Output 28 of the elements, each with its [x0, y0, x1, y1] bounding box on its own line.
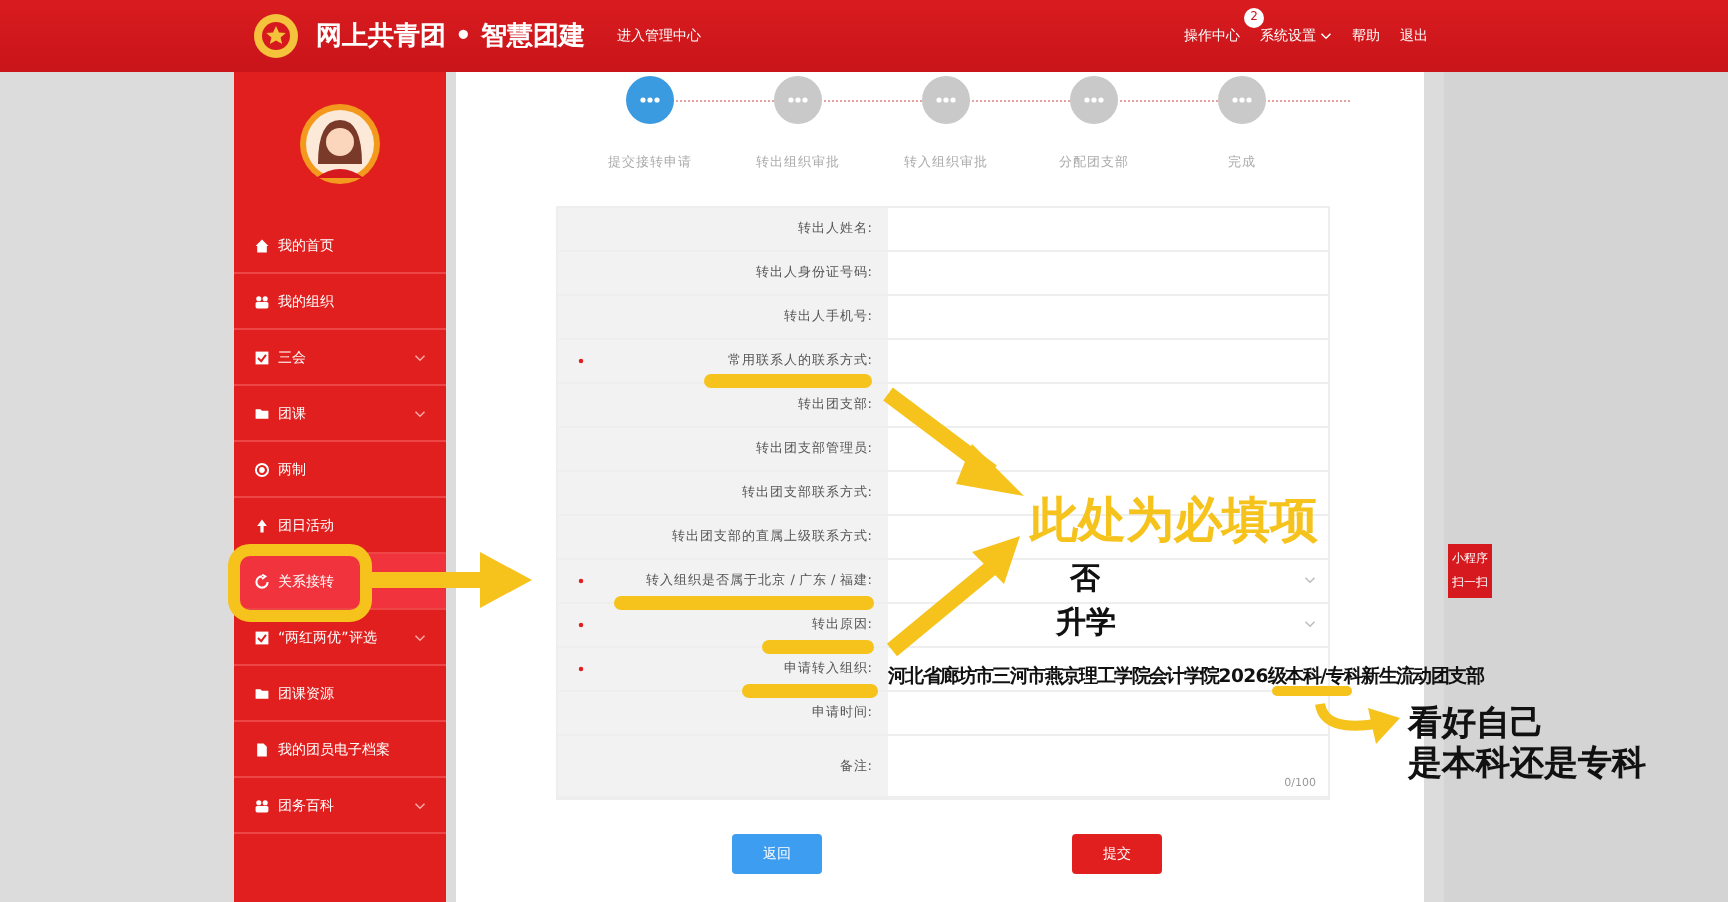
annotation-note: 是本科还是专科 — [1408, 744, 1646, 784]
annotation-answer: 升学 — [1056, 604, 1116, 642]
document-icon — [254, 741, 270, 757]
folder-icon — [254, 405, 270, 421]
highlight-mark — [742, 684, 878, 698]
annotation-organization: 河北省廊坊市三河市燕京理工学院会计学院2026级本科/专科新生流动团支部 — [888, 664, 1483, 690]
emblem-icon — [252, 12, 300, 60]
chevron-icon[interactable] — [1304, 576, 1316, 584]
annotation-note: 此处为必填项 — [1030, 490, 1318, 552]
home-icon — [254, 237, 270, 253]
arrow — [883, 387, 1024, 496]
chevron-icon[interactable] — [1304, 620, 1316, 628]
folder-icon — [254, 685, 270, 701]
check-icon — [254, 629, 270, 645]
highlight-frame — [228, 544, 372, 622]
highlight-mark — [762, 640, 874, 654]
check-icon — [254, 349, 270, 365]
people-icon — [254, 293, 270, 309]
annotation-note: 看好自己 — [1408, 704, 1546, 744]
arrow — [1315, 702, 1400, 744]
target-icon — [254, 461, 270, 477]
annotation-answer: 否 — [1070, 560, 1100, 598]
avatar-icon — [300, 104, 380, 184]
highlight-mark — [1272, 686, 1352, 696]
site-title: 网上共青团 • 智慧团建 — [316, 20, 585, 54]
refresh-icon — [254, 573, 270, 589]
people-icon — [254, 797, 270, 813]
arrow — [886, 536, 1020, 657]
